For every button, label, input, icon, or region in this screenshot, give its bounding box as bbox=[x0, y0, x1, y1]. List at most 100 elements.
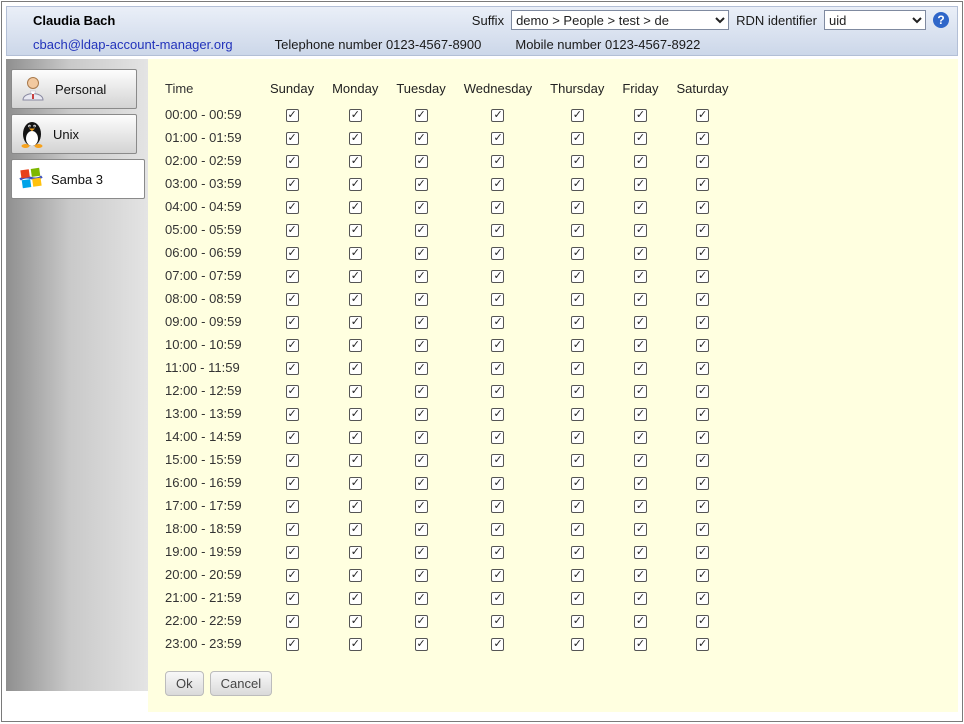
hour-checkbox-wednesday-06[interactable] bbox=[491, 247, 504, 260]
hour-checkbox-sunday-13[interactable] bbox=[286, 408, 299, 421]
tab-unix[interactable]: Unix bbox=[11, 114, 137, 154]
hour-checkbox-friday-06[interactable] bbox=[634, 247, 647, 260]
hour-checkbox-saturday-17[interactable] bbox=[696, 500, 709, 513]
hour-checkbox-saturday-06[interactable] bbox=[696, 247, 709, 260]
hour-checkbox-wednesday-22[interactable] bbox=[491, 615, 504, 628]
hour-checkbox-tuesday-15[interactable] bbox=[415, 454, 428, 467]
hour-checkbox-friday-13[interactable] bbox=[634, 408, 647, 421]
hour-checkbox-thursday-01[interactable] bbox=[571, 132, 584, 145]
hour-checkbox-sunday-00[interactable] bbox=[286, 109, 299, 122]
tab-samba3[interactable]: Samba 3 bbox=[11, 159, 145, 199]
hour-checkbox-sunday-07[interactable] bbox=[286, 270, 299, 283]
hour-checkbox-wednesday-17[interactable] bbox=[491, 500, 504, 513]
hour-checkbox-saturday-01[interactable] bbox=[696, 132, 709, 145]
hour-checkbox-thursday-15[interactable] bbox=[571, 454, 584, 467]
hour-checkbox-monday-11[interactable] bbox=[349, 362, 362, 375]
hour-checkbox-monday-02[interactable] bbox=[349, 155, 362, 168]
hour-checkbox-sunday-09[interactable] bbox=[286, 316, 299, 329]
hour-checkbox-sunday-05[interactable] bbox=[286, 224, 299, 237]
hour-checkbox-thursday-05[interactable] bbox=[571, 224, 584, 237]
hour-checkbox-thursday-21[interactable] bbox=[571, 592, 584, 605]
hour-checkbox-friday-00[interactable] bbox=[634, 109, 647, 122]
hour-checkbox-friday-07[interactable] bbox=[634, 270, 647, 283]
hour-checkbox-tuesday-21[interactable] bbox=[415, 592, 428, 605]
hour-checkbox-tuesday-14[interactable] bbox=[415, 431, 428, 444]
hour-checkbox-sunday-17[interactable] bbox=[286, 500, 299, 513]
hour-checkbox-wednesday-18[interactable] bbox=[491, 523, 504, 536]
hour-checkbox-friday-14[interactable] bbox=[634, 431, 647, 444]
hour-checkbox-tuesday-03[interactable] bbox=[415, 178, 428, 191]
hour-checkbox-saturday-21[interactable] bbox=[696, 592, 709, 605]
hour-checkbox-monday-16[interactable] bbox=[349, 477, 362, 490]
hour-checkbox-friday-18[interactable] bbox=[634, 523, 647, 536]
hour-checkbox-tuesday-08[interactable] bbox=[415, 293, 428, 306]
hour-checkbox-thursday-06[interactable] bbox=[571, 247, 584, 260]
hour-checkbox-tuesday-10[interactable] bbox=[415, 339, 428, 352]
hour-checkbox-wednesday-14[interactable] bbox=[491, 431, 504, 444]
hour-checkbox-wednesday-20[interactable] bbox=[491, 569, 504, 582]
hour-checkbox-tuesday-20[interactable] bbox=[415, 569, 428, 582]
hour-checkbox-tuesday-16[interactable] bbox=[415, 477, 428, 490]
hour-checkbox-friday-16[interactable] bbox=[634, 477, 647, 490]
hour-checkbox-monday-12[interactable] bbox=[349, 385, 362, 398]
hour-checkbox-monday-20[interactable] bbox=[349, 569, 362, 582]
hour-checkbox-wednesday-07[interactable] bbox=[491, 270, 504, 283]
hour-checkbox-sunday-01[interactable] bbox=[286, 132, 299, 145]
hour-checkbox-friday-02[interactable] bbox=[634, 155, 647, 168]
hour-checkbox-thursday-08[interactable] bbox=[571, 293, 584, 306]
hour-checkbox-friday-09[interactable] bbox=[634, 316, 647, 329]
hour-checkbox-saturday-15[interactable] bbox=[696, 454, 709, 467]
hour-checkbox-friday-20[interactable] bbox=[634, 569, 647, 582]
hour-checkbox-saturday-10[interactable] bbox=[696, 339, 709, 352]
hour-checkbox-thursday-03[interactable] bbox=[571, 178, 584, 191]
hour-checkbox-monday-19[interactable] bbox=[349, 546, 362, 559]
hour-checkbox-saturday-14[interactable] bbox=[696, 431, 709, 444]
hour-checkbox-thursday-00[interactable] bbox=[571, 109, 584, 122]
hour-checkbox-tuesday-11[interactable] bbox=[415, 362, 428, 375]
hour-checkbox-sunday-20[interactable] bbox=[286, 569, 299, 582]
hour-checkbox-sunday-16[interactable] bbox=[286, 477, 299, 490]
suffix-select[interactable]: demo > People > test > de bbox=[511, 10, 729, 30]
hour-checkbox-friday-22[interactable] bbox=[634, 615, 647, 628]
hour-checkbox-tuesday-06[interactable] bbox=[415, 247, 428, 260]
hour-checkbox-saturday-03[interactable] bbox=[696, 178, 709, 191]
hour-checkbox-wednesday-11[interactable] bbox=[491, 362, 504, 375]
hour-checkbox-wednesday-01[interactable] bbox=[491, 132, 504, 145]
hour-checkbox-saturday-09[interactable] bbox=[696, 316, 709, 329]
hour-checkbox-wednesday-21[interactable] bbox=[491, 592, 504, 605]
hour-checkbox-saturday-23[interactable] bbox=[696, 638, 709, 651]
hour-checkbox-wednesday-05[interactable] bbox=[491, 224, 504, 237]
hour-checkbox-wednesday-15[interactable] bbox=[491, 454, 504, 467]
hour-checkbox-tuesday-05[interactable] bbox=[415, 224, 428, 237]
hour-checkbox-monday-22[interactable] bbox=[349, 615, 362, 628]
hour-checkbox-thursday-09[interactable] bbox=[571, 316, 584, 329]
tab-personal[interactable]: Personal bbox=[11, 69, 137, 109]
hour-checkbox-sunday-03[interactable] bbox=[286, 178, 299, 191]
hour-checkbox-sunday-08[interactable] bbox=[286, 293, 299, 306]
hour-checkbox-sunday-02[interactable] bbox=[286, 155, 299, 168]
hour-checkbox-saturday-19[interactable] bbox=[696, 546, 709, 559]
hour-checkbox-tuesday-17[interactable] bbox=[415, 500, 428, 513]
hour-checkbox-monday-15[interactable] bbox=[349, 454, 362, 467]
hour-checkbox-monday-01[interactable] bbox=[349, 132, 362, 145]
hour-checkbox-monday-21[interactable] bbox=[349, 592, 362, 605]
rdn-identifier-select[interactable]: uid bbox=[824, 10, 926, 30]
hour-checkbox-monday-18[interactable] bbox=[349, 523, 362, 536]
hour-checkbox-friday-17[interactable] bbox=[634, 500, 647, 513]
hour-checkbox-monday-10[interactable] bbox=[349, 339, 362, 352]
hour-checkbox-wednesday-09[interactable] bbox=[491, 316, 504, 329]
hour-checkbox-wednesday-10[interactable] bbox=[491, 339, 504, 352]
hour-checkbox-sunday-15[interactable] bbox=[286, 454, 299, 467]
hour-checkbox-sunday-22[interactable] bbox=[286, 615, 299, 628]
hour-checkbox-wednesday-00[interactable] bbox=[491, 109, 504, 122]
hour-checkbox-thursday-20[interactable] bbox=[571, 569, 584, 582]
hour-checkbox-monday-00[interactable] bbox=[349, 109, 362, 122]
hour-checkbox-tuesday-02[interactable] bbox=[415, 155, 428, 168]
hour-checkbox-monday-13[interactable] bbox=[349, 408, 362, 421]
hour-checkbox-sunday-18[interactable] bbox=[286, 523, 299, 536]
hour-checkbox-friday-23[interactable] bbox=[634, 638, 647, 651]
hour-checkbox-friday-08[interactable] bbox=[634, 293, 647, 306]
hour-checkbox-monday-09[interactable] bbox=[349, 316, 362, 329]
hour-checkbox-saturday-05[interactable] bbox=[696, 224, 709, 237]
hour-checkbox-tuesday-09[interactable] bbox=[415, 316, 428, 329]
